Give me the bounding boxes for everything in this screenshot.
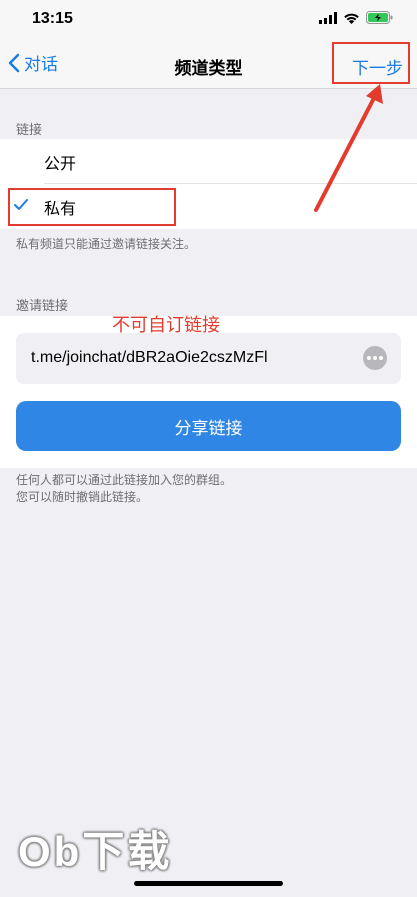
invite-hint: 任何人都可以通过此链接加入您的群组。 您可以随时撤销此链接。 (16, 472, 232, 506)
invite-link-text: t.me/joinchat/dBR2aOie2cszMzFl (31, 349, 268, 366)
annotation-arrow-icon (314, 84, 383, 212)
invite-hint-line: 任何人都可以通过此链接加入您的群组。 (16, 473, 233, 487)
home-indicator (134, 881, 283, 886)
share-link-button[interactable]: 分享链接 (16, 401, 401, 451)
invite-link-field[interactable]: t.me/joinchat/dBR2aOie2cszMzFl (16, 333, 401, 384)
invite-hint-line: 您可以随时撤销此链接。 (16, 490, 149, 504)
watermark: Ob下载 (18, 828, 173, 875)
more-icon[interactable] (363, 346, 387, 370)
